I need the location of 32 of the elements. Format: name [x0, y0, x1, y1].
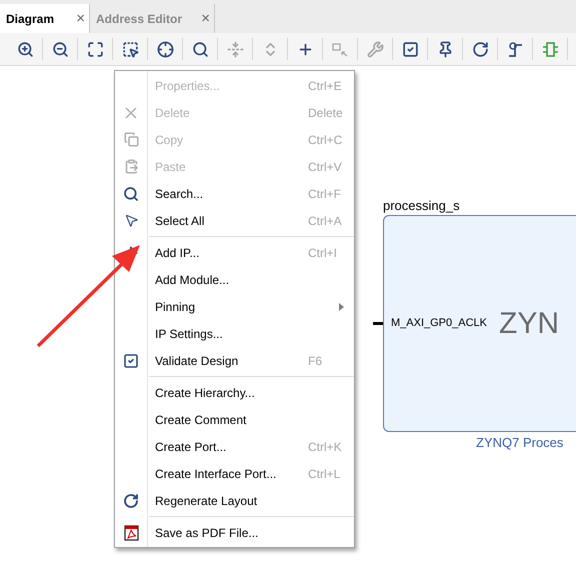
- module-icon[interactable]: [542, 40, 558, 58]
- menu-item[interactable]: Validate Design F6: [115, 347, 354, 374]
- menu-item[interactable]: Create Comment: [115, 406, 354, 433]
- route-icon[interactable]: [506, 40, 524, 58]
- block-name: processing_s: [383, 197, 460, 215]
- menu-item[interactable]: Search... Ctrl+F: [115, 180, 354, 207]
- pin-icon[interactable]: [436, 40, 454, 58]
- crosshair-icon[interactable]: [156, 40, 174, 58]
- menu-item[interactable]: Create Interface Port... Ctrl+L: [115, 460, 354, 487]
- ip-block[interactable]: M_AXI_GP0_ACLK ZYN: [383, 215, 576, 432]
- menu-item[interactable]: IP Settings...: [115, 320, 354, 347]
- menu-item[interactable]: Pinning: [115, 293, 354, 320]
- zoom-in-icon[interactable]: [16, 40, 34, 58]
- checkbox-icon[interactable]: [402, 40, 418, 58]
- refresh-icon[interactable]: [472, 40, 488, 58]
- close-button[interactable]: ×: [201, 11, 210, 26]
- close-button[interactable]: ×: [76, 11, 85, 26]
- menu-item[interactable]: Add Module...: [115, 266, 354, 293]
- port-pin: [373, 322, 383, 325]
- block-logo: ZYN: [499, 306, 559, 342]
- menu-item[interactable]: Save as PDF File...: [115, 519, 354, 546]
- menu-item[interactable]: Select All Ctrl+A: [115, 207, 354, 234]
- tab[interactable]: Diagram ×: [0, 4, 90, 33]
- zoom-out-icon[interactable]: [52, 40, 68, 58]
- search-icon[interactable]: [192, 40, 208, 58]
- menu-item[interactable]: Create Hierarchy...: [115, 379, 354, 406]
- port-label: M_AXI_GP0_ACLK: [391, 316, 487, 332]
- menu-item[interactable]: Create Port... Ctrl+K: [115, 433, 354, 460]
- menu-item[interactable]: Regenerate Layout: [115, 487, 354, 514]
- block-subtitle: ZYNQ7 Proces: [476, 434, 564, 452]
- select-area-icon[interactable]: [122, 40, 138, 58]
- fit-icon[interactable]: [86, 40, 104, 58]
